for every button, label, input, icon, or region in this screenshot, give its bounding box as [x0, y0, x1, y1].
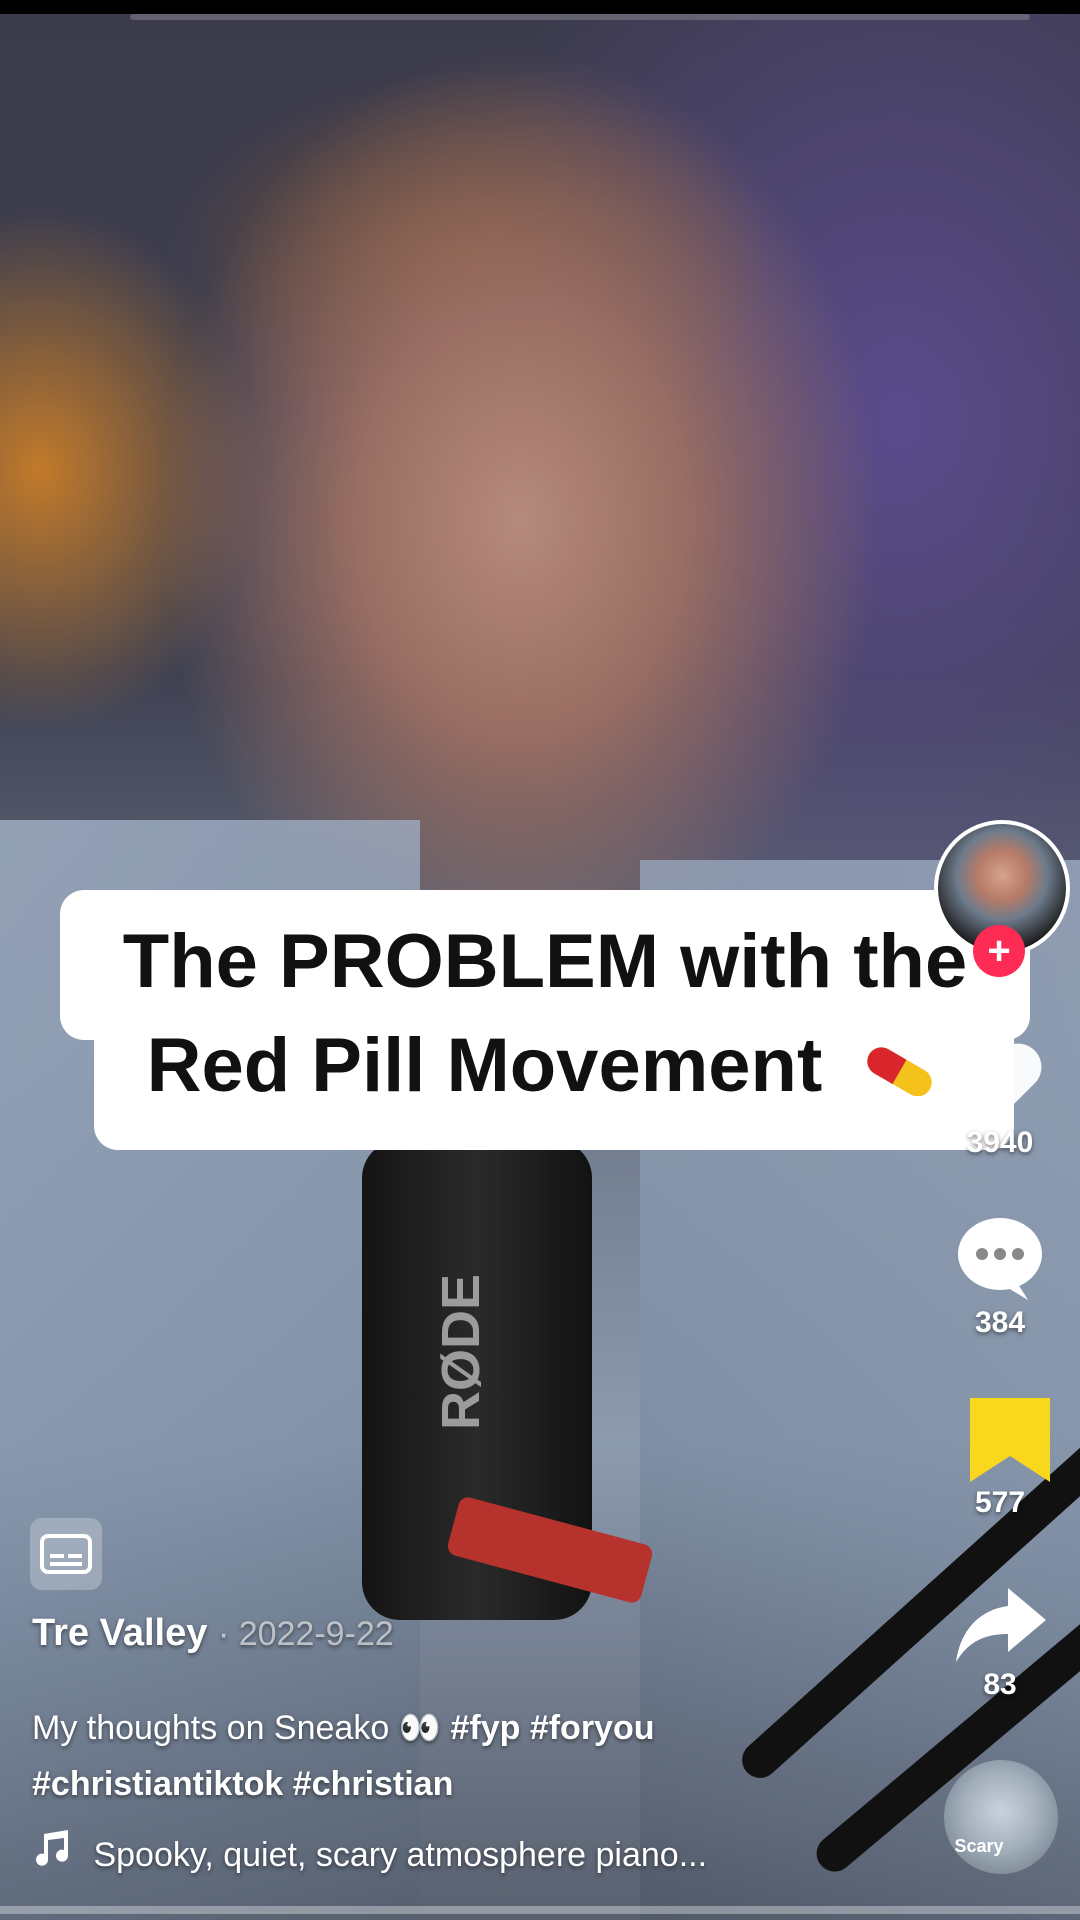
comment-icon[interactable] — [950, 1206, 1050, 1306]
share-icon[interactable] — [950, 1574, 1050, 1674]
overlay-line-1: The PROBLEM with the — [122, 919, 968, 1004]
microphone-brand: RØDE — [431, 1273, 491, 1430]
comment-count: 384 — [974, 1306, 1026, 1339]
share-count: 83 — [983, 1668, 1017, 1701]
username[interactable]: Tre Valley — [32, 1612, 207, 1654]
plus-icon: + — [987, 929, 1011, 973]
bookmark-icon[interactable] — [960, 1390, 1060, 1490]
post-header: Tre Valley · 2022-9-22 — [32, 1612, 394, 1655]
post-date: · 2022-9-22 — [217, 1615, 394, 1653]
progress-hint — [130, 14, 1030, 20]
description-text: My thoughts on Sneako 👀 — [32, 1709, 442, 1747]
overlay-line-2-text: Red Pill Movement — [146, 1023, 823, 1108]
heart-icon[interactable] — [950, 1030, 1050, 1130]
like-count: 3940 — [966, 1126, 1034, 1159]
music-info[interactable]: Spooky, quiet, scary atmosphere piano... — [32, 1830, 707, 1875]
music-title: Spooky, quiet, scary atmosphere piano... — [93, 1836, 708, 1874]
overlay-line-2: Red Pill Movement — [60, 1016, 1030, 1116]
video-progress-bar[interactable] — [0, 1906, 1080, 1914]
hashtags-line-1[interactable]: #fyp #foryou — [450, 1709, 654, 1747]
music-disc-label: Scary — [954, 1836, 1004, 1856]
music-note-icon — [36, 1830, 68, 1866]
follow-button[interactable]: + — [973, 925, 1025, 977]
save-count: 577 — [974, 1486, 1026, 1519]
status-bar — [0, 0, 1080, 14]
hashtags-line-2[interactable]: #christiantiktok #christian — [32, 1765, 453, 1803]
pill-emoji-icon — [867, 1047, 933, 1096]
text-overlay: The PROBLEM with the Red Pill Movement — [60, 890, 1030, 1150]
captions-button[interactable] — [30, 1518, 102, 1590]
post-description[interactable]: My thoughts on Sneako 👀 #fyp #foryou #ch… — [32, 1700, 812, 1812]
captions-icon — [40, 1534, 92, 1574]
